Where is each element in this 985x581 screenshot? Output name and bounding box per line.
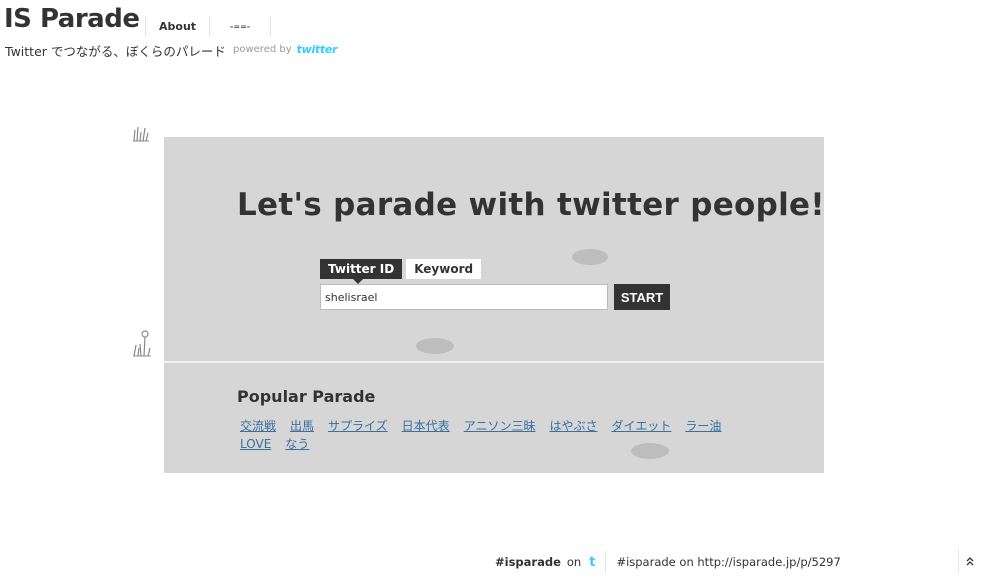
tagline: Twitter でつながる、ぼくらのパレード	[5, 44, 226, 59]
keyword-link[interactable]: はやぶさ	[549, 418, 597, 434]
keyword-link[interactable]: サプライズ	[328, 418, 388, 434]
start-button[interactable]: START	[614, 284, 670, 310]
panel-divider	[164, 361, 824, 363]
on-label: on	[566, 555, 582, 569]
main-nav: About -==-	[145, 16, 272, 36]
keyword-link[interactable]: 交流戦	[240, 418, 276, 434]
keyword-link[interactable]: ラー油	[685, 418, 721, 434]
search-tabs: Twitter ID Keyword	[320, 259, 482, 284]
tab-keyword[interactable]: Keyword	[406, 259, 482, 279]
powered-by: powered by twitter	[233, 43, 337, 56]
hashtag: #isparade	[495, 555, 561, 569]
share-bar: #isparade on t #isparade on http://ispar…	[495, 551, 841, 573]
keyword-link[interactable]: 出馬	[290, 418, 314, 434]
popular-parade-title: Popular Parade	[237, 387, 376, 406]
rock-decoration	[416, 338, 454, 354]
rock-decoration	[572, 249, 608, 265]
keyword-link[interactable]: ダイエット	[611, 418, 671, 434]
twitter-logo[interactable]: twitter	[297, 43, 338, 56]
twitter-id-input[interactable]	[320, 284, 608, 310]
keyword-link[interactable]: アニソン三昧	[464, 418, 536, 434]
grass-decoration-icon	[133, 126, 149, 142]
tab-twitter-id[interactable]: Twitter ID	[320, 259, 403, 284]
scroll-top-button[interactable]	[958, 549, 980, 573]
keyword-link[interactable]: なう	[285, 436, 309, 452]
nav-extra-label: -==-	[230, 21, 251, 31]
footer-divider	[605, 551, 607, 573]
keyword-link[interactable]: 日本代表	[402, 418, 450, 434]
popular-keywords: 交流戦 出馬 サプライズ 日本代表 アニソン三昧 はやぶさ ダイエット ラー油 …	[240, 418, 760, 452]
powered-by-label: powered by	[233, 44, 292, 55]
share-link[interactable]: #isparade on http://isparade.jp/p/5297	[616, 555, 840, 569]
headline: Let's parade with twitter people!	[237, 187, 825, 223]
chevron-double-up-icon	[966, 557, 973, 566]
site-title[interactable]: IS Parade	[4, 4, 140, 34]
search-panel: Let's parade with twitter people! Twitte…	[164, 137, 825, 473]
keyword-link[interactable]: LOVE	[240, 436, 271, 452]
nav-about[interactable]: About	[145, 16, 209, 36]
twitter-icon[interactable]: t	[589, 555, 595, 570]
flower-decoration-icon	[133, 330, 151, 357]
nav-extra[interactable]: -==-	[209, 16, 272, 36]
